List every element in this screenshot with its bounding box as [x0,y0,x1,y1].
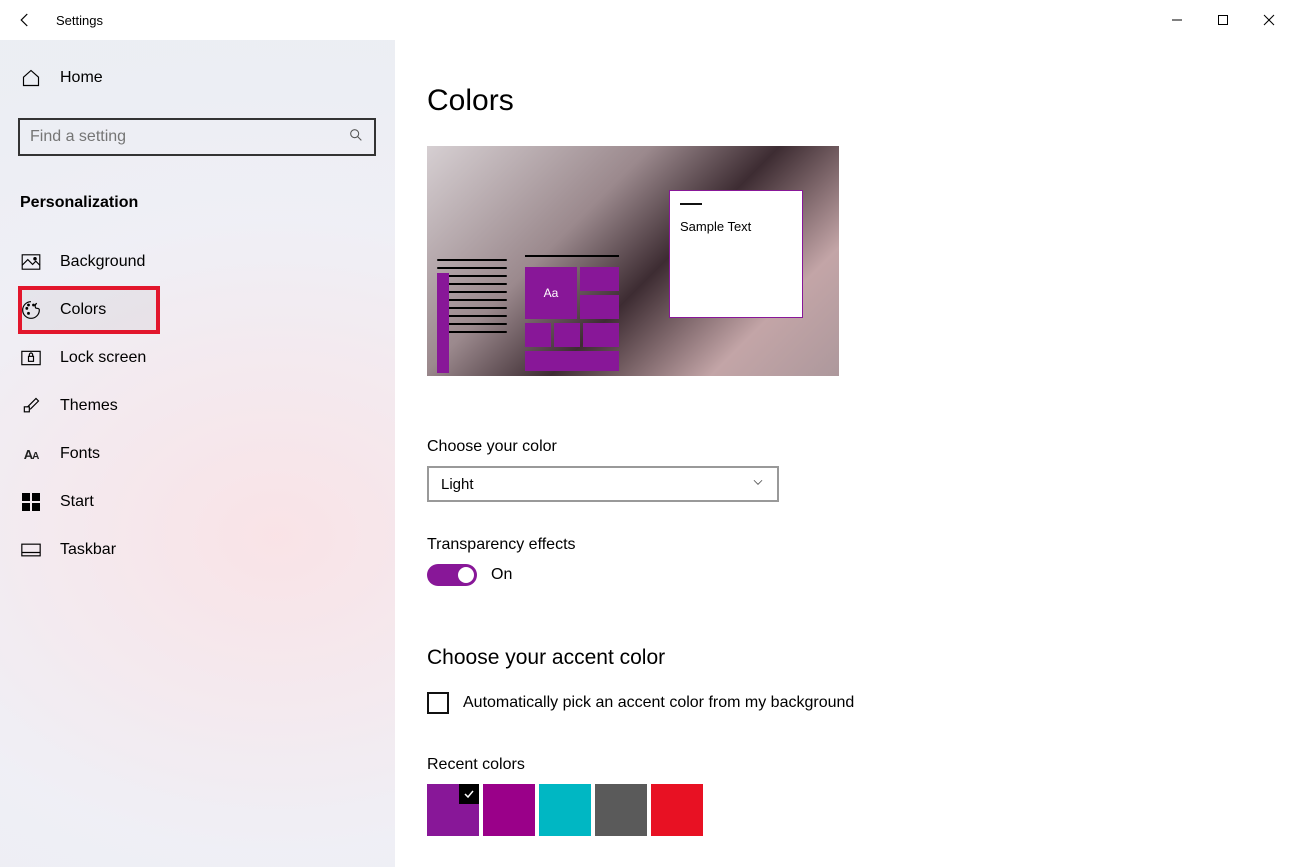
sidebar-item-label: Themes [60,397,118,415]
sidebar-item-label: Background [60,253,145,271]
preview-accent-bar [437,273,449,373]
check-icon [459,784,479,804]
recent-color-swatch[interactable] [427,784,479,836]
chevron-down-icon [751,475,765,493]
preview-sample-window: Sample Text [669,190,803,318]
preview-sample-text: Sample Text [680,219,792,234]
transparency-state: On [491,566,512,584]
sidebar-item-colors[interactable]: Colors [18,286,160,334]
sidebar-item-label: Taskbar [60,541,116,559]
back-button[interactable] [12,7,38,33]
search-icon [348,127,364,148]
category-title: Personalization [20,194,377,212]
preview-tiles: Aa [525,255,619,373]
choose-color-value: Light [441,476,474,493]
recent-colors-label: Recent colors [427,756,1252,774]
accent-heading: Choose your accent color [427,646,1252,670]
recent-colors-row [427,784,1252,836]
search-box[interactable] [18,118,376,156]
sidebar-item-lock-screen[interactable]: Lock screen [18,334,377,382]
transparency-label: Transparency effects [427,536,1252,554]
sidebar-item-label: Fonts [60,445,100,463]
recent-color-swatch[interactable] [651,784,703,836]
sidebar-item-taskbar[interactable]: Taskbar [18,526,377,574]
content-area: Colors Aa Sample Text Choose your color [395,40,1292,867]
search-input[interactable] [30,128,348,146]
recent-color-swatch[interactable] [483,784,535,836]
auto-accent-checkbox[interactable] [427,692,449,714]
color-preview-card: Aa Sample Text [427,146,839,376]
choose-color-label: Choose your color [427,438,1252,456]
preview-tile-aa: Aa [525,267,577,319]
preview-start-list [437,253,507,373]
sidebar-item-label: Lock screen [60,349,146,367]
fonts-icon: AA [20,447,42,462]
sidebar-item-label: Start [60,493,94,511]
transparency-toggle[interactable] [427,564,477,586]
picture-icon [20,254,42,270]
minimize-button[interactable] [1154,4,1200,36]
palette-icon [20,300,42,320]
recent-color-swatch[interactable] [595,784,647,836]
home-link[interactable]: Home [18,60,377,98]
sidebar: Home Personalization Background Colors [0,40,395,867]
sidebar-item-label: Colors [60,301,106,319]
themes-icon [20,396,42,416]
choose-color-select[interactable]: Light [427,466,779,502]
page-title: Colors [427,84,1252,118]
sidebar-item-themes[interactable]: Themes [18,382,377,430]
recent-color-swatch[interactable] [539,784,591,836]
sidebar-item-fonts[interactable]: AA Fonts [18,430,377,478]
sidebar-item-background[interactable]: Background [18,238,377,286]
lock-screen-icon [20,350,42,366]
window-title: Settings [56,13,103,28]
taskbar-icon [20,543,42,557]
close-button[interactable] [1246,4,1292,36]
home-icon [20,68,42,88]
home-label: Home [60,69,103,87]
start-icon [20,493,42,511]
maximize-button[interactable] [1200,4,1246,36]
sidebar-item-start[interactable]: Start [18,478,377,526]
titlebar: Settings [0,0,1292,40]
auto-accent-label: Automatically pick an accent color from … [463,694,854,712]
window-controls [1154,4,1292,36]
